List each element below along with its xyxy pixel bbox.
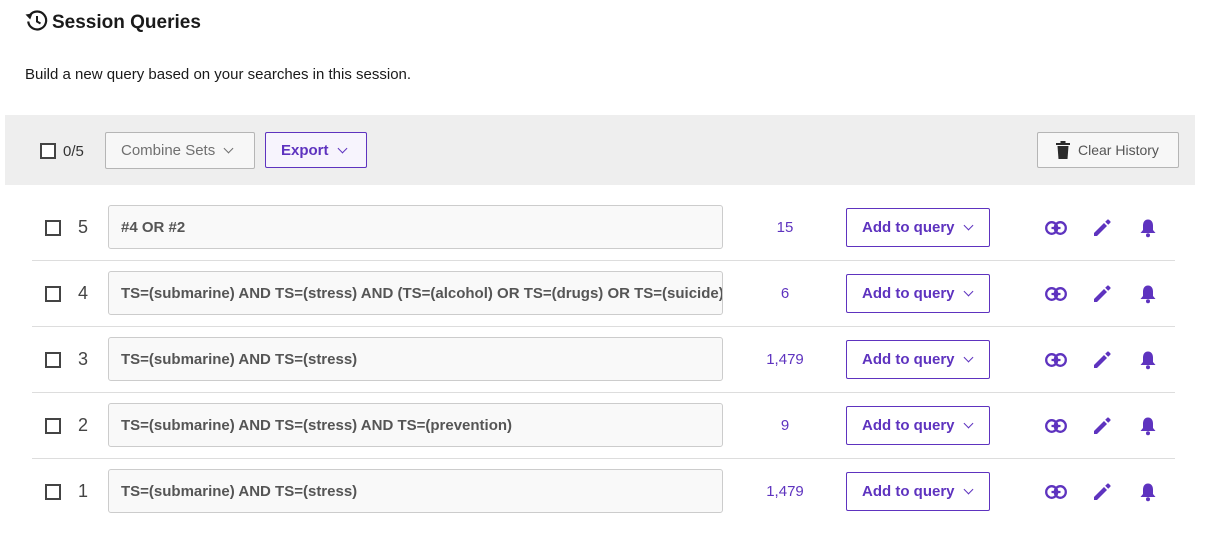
query-text[interactable]: TS=(submarine) AND TS=(stress) AND (TS=(… [108, 271, 723, 315]
add-to-query-label: Add to query [862, 219, 955, 236]
add-to-query-label: Add to query [862, 285, 955, 302]
alert-bell-icon[interactable] [1137, 283, 1159, 305]
export-button[interactable]: Export [265, 132, 367, 168]
results-count-link[interactable]: 1,479 [745, 483, 825, 500]
row-checkbox[interactable] [45, 484, 61, 500]
alert-bell-icon[interactable] [1137, 415, 1159, 437]
row-checkbox[interactable] [45, 418, 61, 434]
chevron-down-icon [963, 418, 973, 429]
history-icon [24, 8, 50, 34]
link-icon[interactable] [1045, 481, 1067, 503]
query-text[interactable]: TS=(submarine) AND TS=(stress) [108, 469, 723, 513]
add-to-query-label: Add to query [862, 483, 955, 500]
row-checkbox[interactable] [45, 286, 61, 302]
results-count-link[interactable]: 1,479 [745, 351, 825, 368]
add-to-query-button[interactable]: Add to query [846, 472, 990, 511]
link-icon[interactable] [1045, 283, 1067, 305]
edit-icon[interactable] [1091, 415, 1113, 437]
add-to-query-button[interactable]: Add to query [846, 340, 990, 379]
chevron-down-icon [337, 143, 347, 153]
edit-icon[interactable] [1091, 283, 1113, 305]
select-all-checkbox[interactable] [40, 143, 56, 159]
row-checkbox[interactable] [45, 352, 61, 368]
query-text[interactable]: #4 OR #2 [108, 205, 723, 249]
combine-sets-button[interactable]: Combine Sets [105, 132, 255, 169]
link-icon[interactable] [1045, 349, 1067, 371]
results-count-link[interactable]: 6 [745, 285, 825, 302]
query-row: 2 TS=(submarine) AND TS=(stress) AND TS=… [0, 393, 1210, 459]
page-title: Session Queries [52, 12, 201, 33]
combine-sets-label: Combine Sets [121, 142, 216, 159]
chevron-down-icon [963, 352, 973, 363]
set-number: 5 [78, 217, 89, 237]
query-row: 3 TS=(submarine) AND TS=(stress) 1,479 A… [0, 327, 1210, 393]
edit-icon[interactable] [1091, 349, 1113, 371]
chevron-down-icon [963, 220, 973, 231]
set-number: 3 [78, 349, 89, 369]
edit-icon[interactable] [1091, 481, 1113, 503]
alert-bell-icon[interactable] [1137, 481, 1159, 503]
add-to-query-label: Add to query [862, 351, 955, 368]
query-row: 4 TS=(submarine) AND TS=(stress) AND (TS… [0, 261, 1210, 327]
clear-history-label: Clear History [1078, 142, 1159, 158]
page-header: Session Queries [24, 8, 201, 34]
link-icon[interactable] [1045, 415, 1067, 437]
results-count-link[interactable]: 15 [745, 219, 825, 236]
chevron-down-icon [963, 286, 973, 297]
clear-history-button[interactable]: Clear History [1037, 132, 1179, 168]
set-number: 4 [78, 283, 89, 303]
query-text[interactable]: TS=(submarine) AND TS=(stress) [108, 337, 723, 381]
add-to-query-label: Add to query [862, 417, 955, 434]
query-row: 5 #4 OR #2 15 Add to query [0, 195, 1210, 261]
add-to-query-button[interactable]: Add to query [846, 406, 990, 445]
page-subtitle: Build a new query based on your searches… [25, 66, 412, 83]
add-to-query-button[interactable]: Add to query [846, 274, 990, 313]
toolbar: 0/5 Combine Sets Export Clear History [5, 115, 1195, 185]
link-icon[interactable] [1045, 217, 1067, 239]
row-checkbox[interactable] [45, 220, 61, 236]
edit-icon[interactable] [1091, 217, 1113, 239]
alert-bell-icon[interactable] [1137, 349, 1159, 371]
set-number: 2 [78, 415, 89, 435]
add-to-query-button[interactable]: Add to query [846, 208, 990, 247]
set-number: 1 [78, 481, 89, 501]
alert-bell-icon[interactable] [1137, 217, 1159, 239]
chevron-down-icon [963, 484, 973, 495]
results-count-link[interactable]: 9 [745, 417, 825, 434]
query-text[interactable]: TS=(submarine) AND TS=(stress) AND TS=(p… [108, 403, 723, 447]
trash-icon [1056, 141, 1070, 159]
chevron-down-icon [223, 143, 234, 154]
export-label: Export [281, 141, 329, 159]
query-row: 1 TS=(submarine) AND TS=(stress) 1,479 A… [0, 459, 1210, 525]
selected-count: 0/5 [63, 143, 84, 160]
